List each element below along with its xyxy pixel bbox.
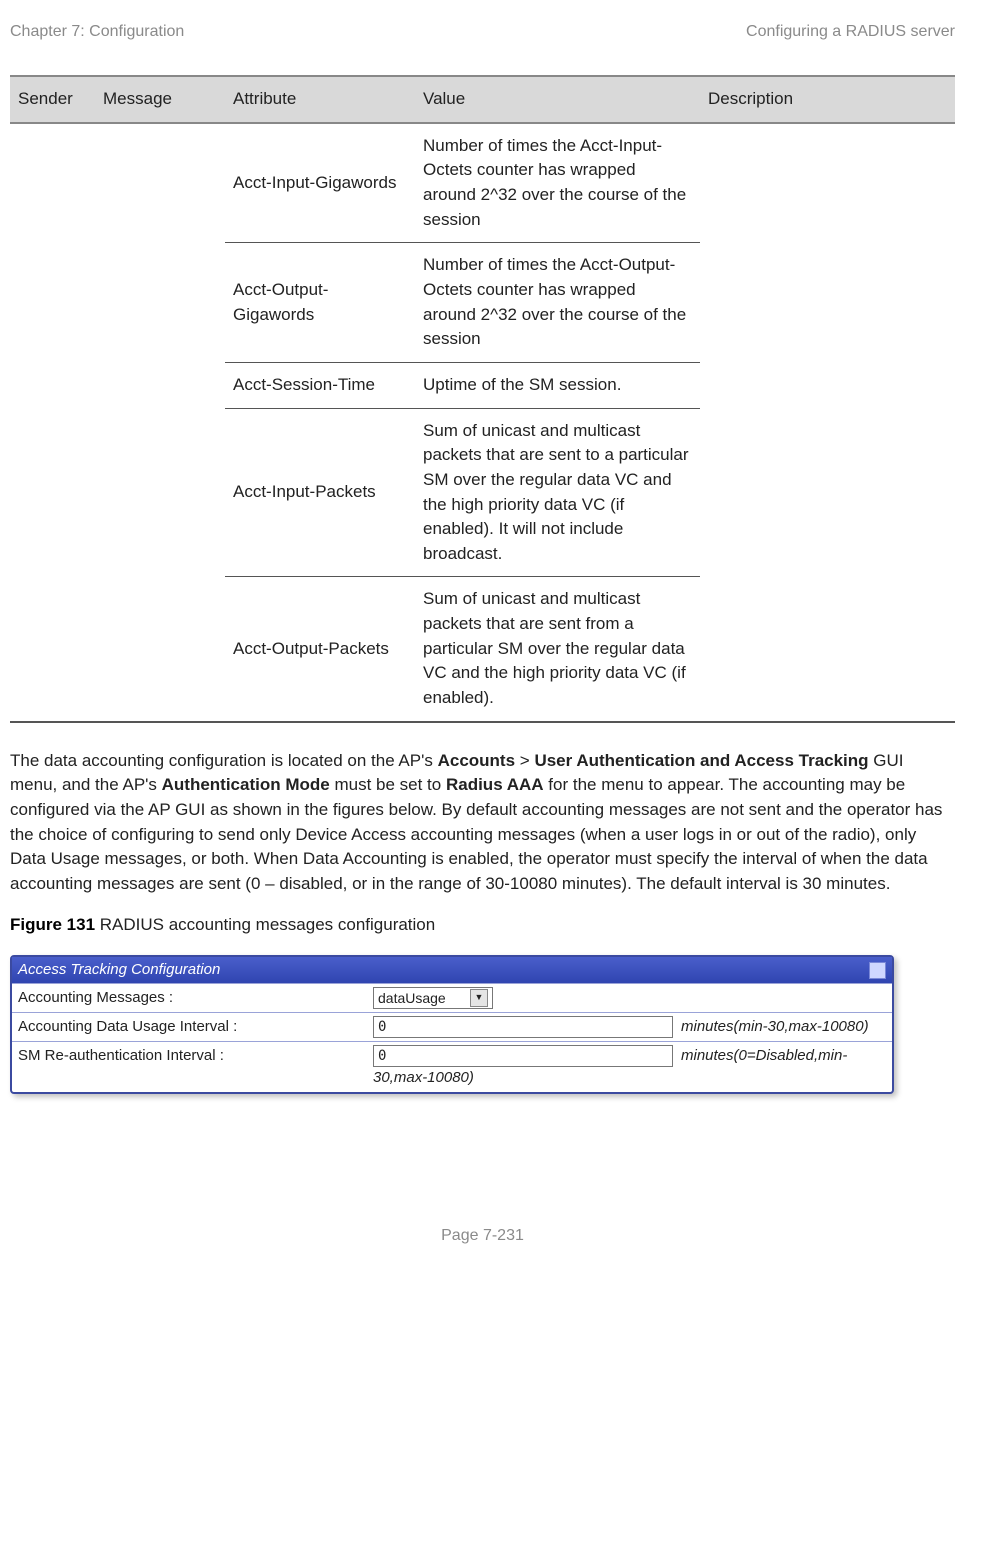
field-hint: 30,max-10080) — [373, 1067, 847, 1089]
field-hint: minutes(0=Disabled,min- — [681, 1045, 847, 1067]
table-row: Acct-Input-Gigawords Number of times the… — [10, 123, 955, 243]
config-paragraph: The data accounting configuration is loc… — [10, 749, 955, 897]
panel-title-text: Access Tracking Configuration — [18, 959, 220, 981]
cell-attribute: Acct-Output-Gigawords — [225, 243, 415, 363]
para-bold: Authentication Mode — [162, 775, 330, 794]
panel-titlebar: Access Tracking Configuration — [12, 957, 892, 983]
cell-sender — [10, 123, 95, 722]
page-footer: Page 7-231 — [10, 1224, 955, 1247]
field-label: Accounting Data Usage Interval : — [18, 1016, 373, 1038]
chevron-down-icon: ▼ — [470, 989, 488, 1007]
accounting-messages-select[interactable]: dataUsage ▼ — [373, 987, 493, 1009]
data-usage-interval-input[interactable]: 0 — [373, 1016, 673, 1038]
para-text: must be set to — [330, 775, 446, 794]
cell-attribute: Acct-Output-Packets — [225, 577, 415, 722]
para-bold: Radius AAA — [446, 775, 544, 794]
table-header-row: Sender Message Attribute Value Descripti… — [10, 76, 955, 123]
th-value: Value — [415, 76, 700, 123]
cell-description — [700, 123, 955, 722]
cell-attribute: Acct-Input-Gigawords — [225, 123, 415, 243]
figure-title: RADIUS accounting messages configuration — [95, 915, 435, 934]
header-left: Chapter 7: Configuration — [10, 20, 184, 43]
cell-value: Sum of unicast and multicast packets tha… — [415, 577, 700, 722]
th-sender: Sender — [10, 76, 95, 123]
cell-attribute: Acct-Input-Packets — [225, 408, 415, 577]
cell-attribute: Acct-Session-Time — [225, 362, 415, 408]
reauth-interval-input[interactable]: 0 — [373, 1045, 673, 1067]
para-bold: User Authentication and Access Tracking — [534, 751, 868, 770]
running-header: Chapter 7: Configuration Configuring a R… — [10, 20, 955, 43]
th-attribute: Attribute — [225, 76, 415, 123]
para-text: The data accounting configuration is loc… — [10, 751, 438, 770]
panel-row: SM Re-authentication Interval : 0 minute… — [12, 1041, 892, 1092]
cell-value: Number of times the Acct-Input-Octets co… — [415, 123, 700, 243]
th-message: Message — [95, 76, 225, 123]
th-description: Description — [700, 76, 955, 123]
header-right: Configuring a RADIUS server — [746, 20, 955, 43]
para-bold: Accounts — [438, 751, 515, 770]
field-hint: minutes(min-30,max-10080) — [681, 1016, 869, 1038]
attribute-table: Sender Message Attribute Value Descripti… — [10, 75, 955, 722]
panel-row: Accounting Data Usage Interval : 0 minut… — [12, 1012, 892, 1041]
figure-caption: Figure 131 RADIUS accounting messages co… — [10, 913, 955, 938]
field-label: Accounting Messages : — [18, 987, 373, 1009]
cell-message — [95, 123, 225, 722]
figure-number: Figure 131 — [10, 915, 95, 934]
access-tracking-panel: Access Tracking Configuration Accounting… — [10, 955, 894, 1094]
para-text: > — [515, 751, 534, 770]
field-label: SM Re-authentication Interval : — [18, 1045, 373, 1067]
cell-value: Uptime of the SM session. — [415, 362, 700, 408]
cell-value: Sum of unicast and multicast packets tha… — [415, 408, 700, 577]
panel-row: Accounting Messages : dataUsage ▼ — [12, 983, 892, 1012]
cell-value: Number of times the Acct-Output-Octets c… — [415, 243, 700, 363]
collapse-icon[interactable] — [869, 962, 886, 979]
select-value: dataUsage — [378, 988, 446, 1008]
